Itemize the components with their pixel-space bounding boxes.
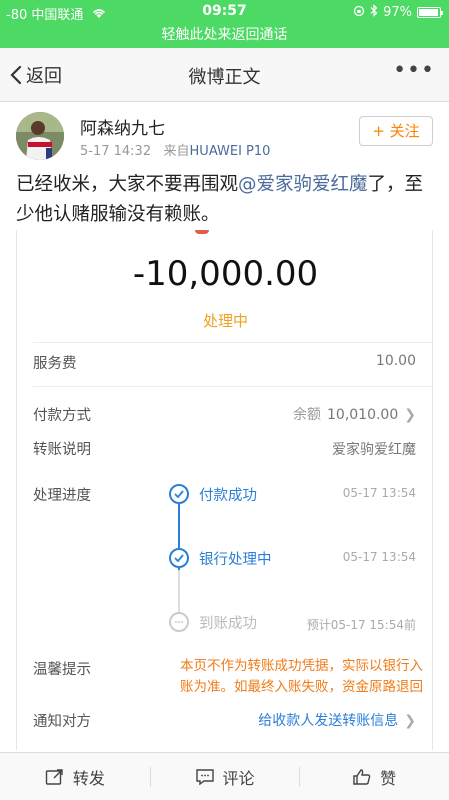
service-fee-label: 服务费 <box>33 356 77 372</box>
repost-label: 转发 <box>72 768 105 788</box>
note-label: 转账说明 <box>33 442 91 458</box>
chevron-right-icon: ❯ <box>404 713 416 729</box>
follow-button[interactable]: + 关注 <box>359 116 433 146</box>
step-time: 05-17 13:54 <box>342 550 416 564</box>
step-label: 付款成功 <box>199 488 257 504</box>
payment-method-label: 付款方式 <box>33 408 91 424</box>
mention-link[interactable]: @爱家驹爱红魔 <box>238 174 368 195</box>
post-meta: 5-17 14:32 来自HUAWEI P10 <box>80 140 270 159</box>
page-title: 微博正文 <box>188 67 261 88</box>
tip-line: 账为准。如最终入账失败，资金原路退回 <box>180 679 423 695</box>
status-icons: 97% <box>353 4 443 21</box>
post-text: 已经收米，大家不要再围观@爱家驹爱红魔了，至少他认赌服输没有赖账。 <box>16 170 436 230</box>
post-time: 5-17 14:32 <box>80 144 152 159</box>
tip-label: 温馨提示 <box>33 662 91 678</box>
bluetooth-icon <box>370 4 378 21</box>
notify-value: 给收款人发送转账信息 <box>258 713 399 729</box>
like-label: 赞 <box>380 768 397 788</box>
tip-line: 本页不作为转账成功凭据，实际以银行入 <box>180 658 423 674</box>
transfer-status: 处理中 <box>202 312 248 330</box>
post-text-before: 已经收米，大家不要再围观 <box>16 174 239 195</box>
step-done-icon <box>169 548 189 568</box>
step-done-icon <box>169 484 189 504</box>
bottom-toolbar: 转发 评论 赞 <box>0 752 449 800</box>
post-image[interactable]: -10,000.00 处理中 服务费 10.00 付款方式 余额 10,010.0… <box>16 230 433 750</box>
username[interactable]: 阿森纳九七 <box>80 114 165 139</box>
battery-icon <box>417 7 443 18</box>
step-label: 银行处理中 <box>199 552 272 568</box>
progress-label: 处理进度 <box>33 488 91 504</box>
nav-bar: 返回 微博正文 ••• <box>0 48 449 102</box>
status-bar: -80 中国联通 09:57 97% <box>0 0 449 24</box>
step-time: 05-17 13:54 <box>342 486 416 500</box>
return-to-call-bar[interactable]: 轻触此处来返回通话 <box>0 24 449 48</box>
note-value: 爱家驹爱红魔 <box>332 442 416 458</box>
image-top-mark <box>195 230 209 234</box>
comment-label: 评论 <box>222 768 255 788</box>
like-button[interactable]: 赞 <box>299 753 449 800</box>
battery-percent: 97% <box>383 5 412 20</box>
step-label: 到账成功 <box>199 616 257 632</box>
step-pending-icon <box>169 612 189 632</box>
comment-icon <box>195 768 214 785</box>
weibo-post: 阿森纳九七 5-17 14:32 来自HUAWEI P10 + 关注 已经收米，… <box>0 102 449 752</box>
more-icon[interactable]: ••• <box>393 58 435 83</box>
repost-button[interactable]: 转发 <box>0 753 150 800</box>
step-time: 预计05-17 15:54前 <box>306 618 416 632</box>
payment-method-key: 余额 <box>293 407 321 423</box>
source-prefix: 来自 <box>163 144 190 159</box>
chevron-left-icon <box>10 65 22 85</box>
rotation-lock-icon <box>353 5 365 21</box>
divider <box>33 342 432 343</box>
comment-button[interactable]: 评论 <box>149 753 300 800</box>
tip-text: 本页不作为转账成功凭据，实际以银行入 账为准。如最终入账失败，资金原路退回 <box>133 656 423 698</box>
notify-label: 通知对方 <box>33 714 91 730</box>
back-button[interactable]: 返回 <box>10 62 62 88</box>
divider <box>33 386 432 387</box>
thumbs-up-icon <box>353 768 371 785</box>
service-fee-value: 10.00 <box>375 353 416 369</box>
timeline-line-pending <box>178 570 180 618</box>
back-label: 返回 <box>26 66 62 87</box>
post-source[interactable]: HUAWEI P10 <box>190 144 271 159</box>
payment-method-value: 10,010.00 <box>327 407 399 423</box>
avatar[interactable] <box>16 112 64 160</box>
repost-icon <box>45 768 63 785</box>
chevron-right-icon: ❯ <box>404 407 416 423</box>
payment-method-row[interactable]: 余额 10,010.00 ❯ <box>293 404 416 424</box>
notify-row[interactable]: 给收款人发送转账信息 ❯ <box>258 710 416 730</box>
transfer-amount: -10,000.00 <box>132 254 319 294</box>
